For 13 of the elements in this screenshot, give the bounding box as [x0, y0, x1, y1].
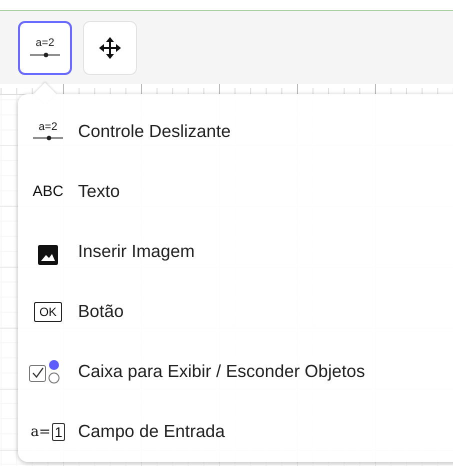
slider-tool-button[interactable]: a=2 [18, 20, 72, 74]
menu-item[interactable]: a= 1 Campo de Entrada [18, 402, 453, 462]
menu-item[interactable]: Inserir Imagem [18, 221, 453, 282]
move-tool-button[interactable] [83, 20, 137, 74]
image-icon [38, 245, 58, 266]
menu-item[interactable]: ABC Texto [18, 161, 453, 222]
move-icon [98, 36, 122, 60]
text-icon: ABC [32, 182, 64, 200]
menu-item[interactable]: OK Botão [18, 282, 453, 342]
menu-item[interactable]: a=2 Controle Deslizante [18, 101, 453, 162]
slider-icon [30, 52, 60, 58]
menu-item[interactable]: Caixa para Exibir / Esconder Objetos [18, 342, 453, 402]
ok-button-icon: OK [34, 302, 62, 322]
